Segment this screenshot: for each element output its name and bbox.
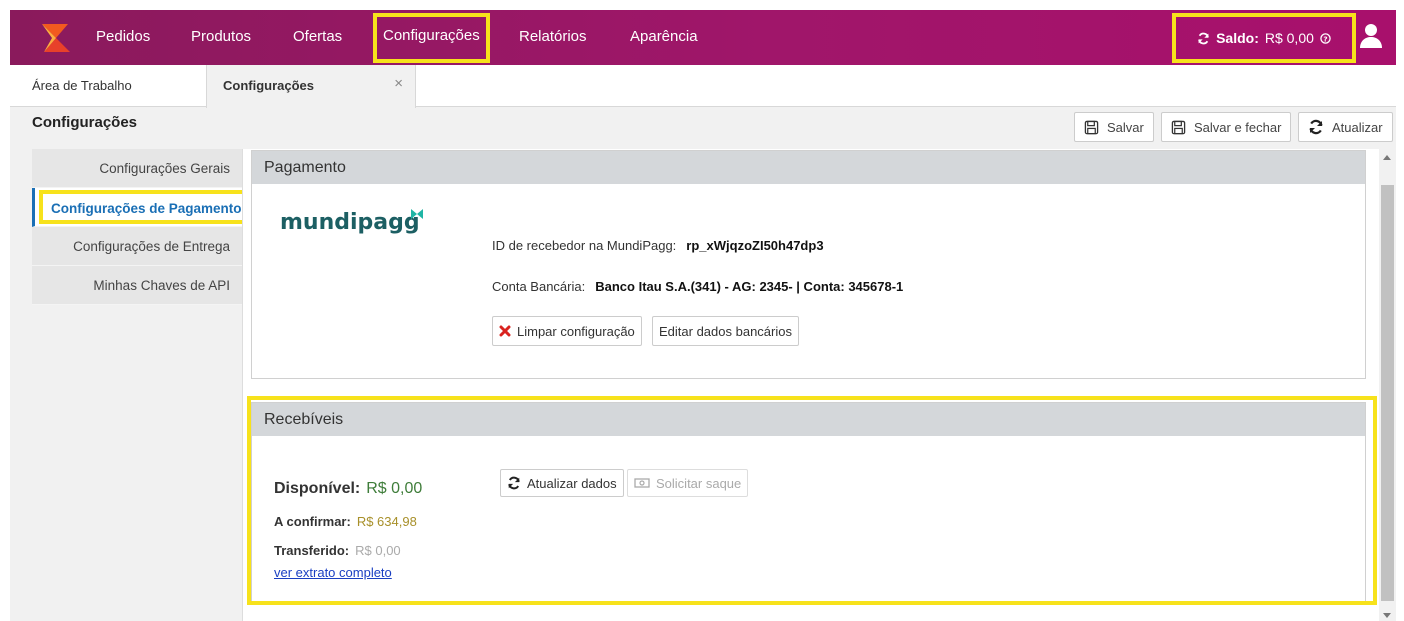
bank-account-value: Banco Itau S.A.(341) - AG: 2345- | Conta… [595, 279, 904, 294]
refresh-button-label: Atualizar [1332, 119, 1383, 135]
receivables-card: Recebíveis Disponível: R$ 0,00 A confirma… [251, 402, 1366, 602]
settings-sidebar: Configurações Gerais Configurações de Pa… [32, 149, 246, 305]
update-data-label: Atualizar dados [527, 475, 617, 491]
refresh-button[interactable]: Atualizar [1298, 112, 1393, 142]
edit-bank-label: Editar dados bancários [659, 323, 792, 339]
nav-produtos[interactable]: Produtos [191, 10, 251, 65]
svg-text:?: ? [1323, 34, 1327, 43]
payment-card: Pagamento mundipagg ID de recebedor na M… [251, 150, 1366, 379]
scroll-up-arrow[interactable] [1383, 155, 1391, 160]
app-window: Pedidos Produtos Ofertas Configurações R… [10, 10, 1396, 621]
save-close-button-label: Salvar e fechar [1194, 119, 1282, 135]
user-icon[interactable] [1359, 23, 1383, 49]
save-button[interactable]: Salvar [1074, 112, 1154, 142]
money-icon [634, 478, 650, 488]
available-value: R$ 0,00 [366, 480, 423, 497]
clear-config-label: Limpar configuração [517, 323, 635, 339]
mundipagg-logo-text: mundipagg [280, 210, 420, 235]
sidebar-item-pagamento[interactable]: Configurações de Pagamento [32, 188, 246, 227]
nav-aparencia[interactable]: Aparência [630, 10, 698, 65]
nav-pedidos[interactable]: Pedidos [96, 10, 150, 65]
nav-relatorios[interactable]: Relatórios [519, 10, 587, 65]
save-close-button[interactable]: Salvar e fechar [1161, 112, 1292, 142]
available-label: Disponível: [274, 480, 361, 497]
scroll-thumb[interactable] [1381, 185, 1394, 601]
receiver-id-row: ID de recebedor na MundiPagg: rp_xWjqzoZI… [492, 238, 824, 253]
balance-value: R$ 0,00 [1264, 30, 1314, 46]
withdraw-button[interactable]: Solicitar saque [627, 469, 749, 497]
transferred-value: R$ 0,00 [355, 543, 401, 558]
sidebar-item-entrega[interactable]: Configurações de Entrega [32, 227, 242, 266]
tab-bar: Área de Trabalho Configurações × [10, 65, 1396, 108]
nav-configuracoes[interactable]: Configurações [373, 13, 490, 63]
to-confirm-row: A confirmar: R$ 634,98 [274, 514, 417, 529]
close-icon[interactable]: × [394, 63, 403, 105]
tab-configuracoes[interactable]: Configurações × [206, 65, 416, 108]
balance-widget[interactable]: Saldo: R$ 0,00 ? [1172, 13, 1356, 63]
statement-link[interactable]: ver extrato completo [274, 565, 392, 580]
sidebar-item-api-keys[interactable]: Minhas Chaves de API [32, 266, 242, 305]
save-button-label: Salvar [1107, 119, 1144, 135]
receivables-card-header: Recebíveis [252, 403, 1365, 436]
tab-configuracoes-label: Configurações [223, 78, 315, 93]
balance-label: Saldo: [1216, 30, 1259, 46]
scrollbar[interactable] [1379, 149, 1396, 621]
clear-config-button[interactable]: Limpar configuração [492, 316, 642, 346]
withdraw-label: Solicitar saque [656, 475, 742, 491]
edit-bank-button[interactable]: Editar dados bancários [652, 316, 799, 346]
available-row: Disponível: R$ 0,00 [274, 480, 422, 498]
refresh-icon[interactable] [1197, 32, 1210, 45]
transferred-label: Transferido: [274, 543, 350, 558]
close-icon [499, 325, 511, 337]
floppy-icon [1084, 120, 1099, 134]
refresh-icon [508, 476, 520, 490]
receiver-id-value: rp_xWjqzoZI50h47dp3 [686, 238, 824, 253]
to-confirm-label: A confirmar: [274, 514, 351, 529]
receiver-id-label: ID de recebedor na MundiPagg: [492, 238, 677, 253]
page-title: Configurações [32, 114, 138, 131]
top-navbar: Pedidos Produtos Ofertas Configurações R… [10, 10, 1396, 65]
transferred-row: Transferido: R$ 0,00 [274, 543, 401, 558]
app-logo[interactable] [38, 20, 74, 56]
tab-area-de-trabalho[interactable]: Área de Trabalho [32, 65, 132, 107]
refresh-icon [1309, 119, 1323, 135]
to-confirm-value: R$ 634,98 [356, 514, 417, 529]
mundipagg-logo: mundipagg [280, 209, 423, 235]
floppy-icon [1171, 120, 1186, 134]
help-icon[interactable]: ? [1320, 32, 1331, 44]
bank-account-label: Conta Bancária: [492, 279, 586, 294]
nav-ofertas[interactable]: Ofertas [293, 10, 342, 65]
bank-account-row: Conta Bancária: Banco Itau S.A.(341) - AG… [492, 279, 903, 294]
payment-card-header: Pagamento [252, 151, 1365, 184]
sidebar-item-pagamento-label: Configurações de Pagamento [39, 190, 246, 224]
scroll-down-arrow[interactable] [1383, 613, 1391, 618]
sidebar-item-geral[interactable]: Configurações Gerais [32, 149, 242, 188]
update-data-button[interactable]: Atualizar dados [500, 469, 624, 497]
